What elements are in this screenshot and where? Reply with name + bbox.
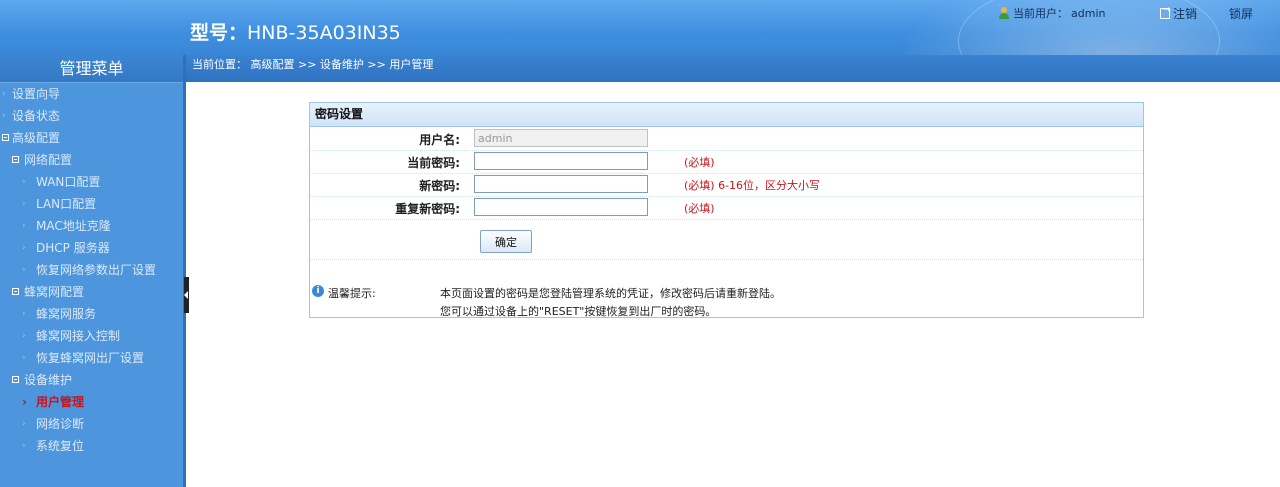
sidebar-item-12[interactable]: › 恢复蜂窝网出厂设置 — [0, 347, 183, 369]
chevron-right-icon: › — [22, 199, 26, 209]
sidebar-item-16[interactable]: › 系统复位 — [0, 435, 183, 457]
current-user-label: 当前用户： — [1013, 7, 1068, 20]
logout-icon — [1160, 5, 1171, 19]
username-field — [474, 129, 648, 147]
chevron-right-icon: › — [2, 111, 6, 121]
sidebar-item-1[interactable]: › 设备状态 — [0, 105, 183, 127]
sidebar-item-label: LAN口配置 — [36, 197, 97, 211]
sidebar-item-label: 系统复位 — [36, 439, 85, 453]
logout-label: 注销 — [1173, 7, 1198, 21]
sidebar-item-10[interactable]: › 蜂窝网服务 — [0, 303, 183, 325]
sidebar-item-label: 设备维护 — [24, 373, 73, 387]
sidebar-item-label: 用户管理 — [36, 395, 85, 409]
collapse-box-icon — [12, 156, 19, 163]
current-password-field[interactable] — [474, 152, 648, 170]
chevron-right-icon: › — [22, 265, 26, 275]
chevron-right-icon: › — [22, 221, 26, 231]
new-password-label: 新密码: — [419, 179, 460, 193]
logout-button[interactable]: 注销 — [1160, 5, 1197, 22]
sidebar-item-6[interactable]: › MAC地址克隆 — [0, 215, 183, 237]
sidebar-item-label: 恢复网络参数出厂设置 — [36, 263, 157, 277]
sidebar-title: 管理菜单 — [0, 55, 183, 83]
sidebar-item-label: 高级配置 — [12, 131, 61, 145]
new-password-field[interactable] — [474, 175, 648, 193]
sidebar-collapse-handle[interactable] — [184, 277, 189, 313]
model-label: 型号： — [190, 22, 248, 44]
chevron-right-icon: › — [22, 419, 26, 429]
tip-line-1: 本页面设置的密码是您登陆管理系统的凭证，修改密码后请重新登陆。 — [440, 287, 781, 300]
chevron-right-icon: › — [22, 331, 26, 341]
sidebar-item-label: 网络配置 — [24, 153, 73, 167]
current-password-hint: (必填) — [684, 156, 715, 169]
sidebar-item-8[interactable]: › 恢复网络参数出厂设置 — [0, 259, 183, 281]
sidebar-item-7[interactable]: › DHCP 服务器 — [0, 237, 183, 259]
collapse-box-icon — [12, 376, 19, 383]
sidebar-item-label: 蜂窝网服务 — [36, 307, 97, 321]
repeat-password-field[interactable] — [474, 198, 648, 216]
sidebar-item-13[interactable]: 设备维护 — [0, 369, 183, 391]
model-value: HNB-35A03IN35 — [247, 22, 401, 44]
sidebar-item-label: WAN口配置 — [36, 175, 101, 189]
current-password-row: 当前密码: (必填) — [310, 151, 1143, 174]
sidebar-item-label: 蜂窝网配置 — [24, 285, 85, 299]
confirm-button[interactable]: 确定 — [480, 230, 532, 253]
sidebar-item-2[interactable]: 高级配置 — [0, 127, 183, 149]
password-settings-panel: 密码设置 用户名: 当前密码: (必填) 新密码: (必填) 6-16位，区分大… — [309, 102, 1144, 318]
sidebar-item-label: 蜂窝网接入控制 — [36, 329, 121, 343]
panel-title: 密码设置 — [310, 103, 1143, 127]
current-user-name: admin — [1071, 6, 1106, 20]
sidebar-item-9[interactable]: 蜂窝网配置 — [0, 281, 183, 303]
lock-screen-button[interactable]: 锁屏 — [1229, 5, 1253, 22]
sidebar-item-14[interactable]: › 用户管理 — [0, 391, 183, 413]
tip-label: 温馨提示: — [328, 287, 376, 300]
model-title: 型号：HNB-35A03IN35 — [190, 18, 401, 45]
sidebar-item-label: 恢复蜂窝网出厂设置 — [36, 351, 145, 365]
repeat-password-row: 重复新密码: (必填) — [310, 197, 1143, 220]
tip-divider — [310, 259, 1143, 260]
chevron-right-icon: › — [22, 177, 26, 187]
header-banner: 型号：HNB-35A03IN35 当前用户： admin 注销 锁屏 — [0, 0, 1280, 55]
sidebar-item-4[interactable]: › WAN口配置 — [0, 171, 183, 193]
sidebar-item-3[interactable]: 网络配置 — [0, 149, 183, 171]
breadcrumb: 当前位置： 高级配置 >> 设备维护 >> 用户管理 — [192, 58, 434, 71]
sidebar-item-label: DHCP 服务器 — [36, 241, 110, 255]
sidebar-item-label: 设备状态 — [12, 109, 61, 123]
current-password-label: 当前密码: — [407, 156, 460, 170]
chevron-right-icon: › — [22, 395, 27, 409]
sidebar-item-label: MAC地址克隆 — [36, 219, 111, 233]
chevron-right-icon: › — [22, 353, 26, 363]
sidebar-item-label: 设置向导 — [12, 87, 61, 101]
sidebar-item-11[interactable]: › 蜂窝网接入控制 — [0, 325, 183, 347]
collapse-box-icon — [12, 288, 19, 295]
tip-line-2: 您可以通过设备上的"RESET"按键恢复到出厂时的密码。 — [440, 305, 717, 318]
chevron-right-icon: › — [22, 441, 26, 451]
repeat-password-label: 重复新密码: — [395, 202, 460, 216]
sidebar-item-label: 网络诊断 — [36, 417, 85, 431]
sidebar: 管理菜单 › 设置向导 › 设备状态高级配置网络配置 › WAN口配置 › LAN口配置 › MA… — [0, 55, 186, 487]
sidebar-item-5[interactable]: › LAN口配置 — [0, 193, 183, 215]
collapse-box-icon — [2, 134, 9, 141]
username-label: 用户名: — [419, 133, 460, 147]
new-password-row: 新密码: (必填) 6-16位，区分大小写 — [310, 174, 1143, 197]
chevron-right-icon: › — [22, 243, 26, 253]
breadcrumb-bar: 当前位置： 高级配置 >> 设备维护 >> 用户管理 — [186, 55, 1280, 82]
info-icon: i — [312, 285, 324, 297]
username-row: 用户名: — [310, 128, 1143, 151]
user-icon — [998, 7, 1010, 19]
sidebar-item-15[interactable]: › 网络诊断 — [0, 413, 183, 435]
current-user-info: 当前用户： admin — [998, 5, 1105, 21]
chevron-right-icon: › — [2, 89, 6, 99]
sidebar-item-0[interactable]: › 设置向导 — [0, 83, 183, 105]
new-password-hint: (必填) 6-16位，区分大小写 — [684, 179, 821, 192]
sidebar-menu: › 设置向导 › 设备状态高级配置网络配置 › WAN口配置 › LAN口配置 › MAC地址克隆… — [0, 83, 183, 457]
chevron-right-icon: › — [22, 309, 26, 319]
repeat-password-hint: (必填) — [684, 202, 715, 215]
